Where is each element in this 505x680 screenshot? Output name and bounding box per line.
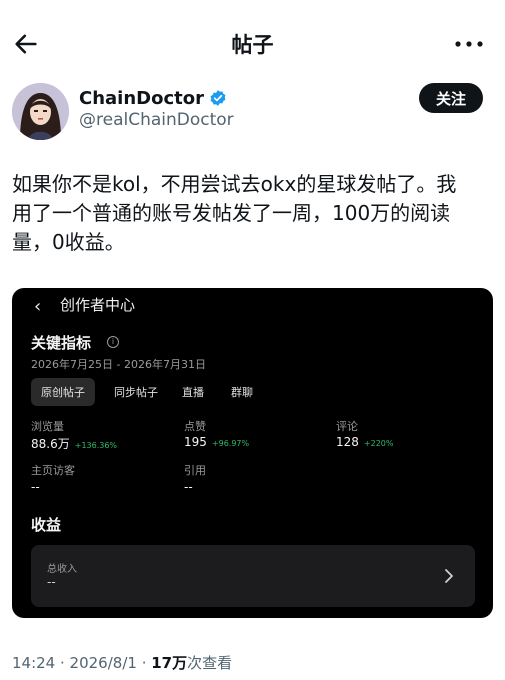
metric-comments: 128 +220% [336,435,393,449]
author-handle[interactable]: @realChainDoctor [79,110,234,130]
chevron-right-icon [445,569,453,583]
metric-views-value: 88.6万 [31,437,70,451]
author-name-row[interactable]: ChainDoctor [79,86,227,110]
meta-separator: · [55,654,70,672]
media-title: 创作者中心 [60,296,136,314]
info-icon: i [107,336,119,348]
follow-button[interactable]: 关注 [419,83,483,113]
tab-original-posts: 原创帖子 [31,378,95,406]
metric-quotes-value: -- [184,480,193,494]
metric-comments-value: 128 [336,435,359,449]
tab-group-chat: 群聊 [231,386,253,399]
tab-live: 直播 [182,386,204,399]
metric-profile-visitors-label: 主页访客 [31,464,75,477]
meta-separator-2: · [136,654,152,672]
page-title: 帖子 [231,33,274,57]
metric-views: 88.6万 +136.36% [31,435,117,452]
media-back-chevron-icon: ‹ [34,296,42,317]
view-count-label: 次查看 [187,654,233,672]
income-value: -- [47,575,56,589]
top-bar: 帖子 [0,0,505,86]
display-name[interactable]: ChainDoctor [79,88,204,109]
kpi-heading: 关键指标 [31,334,92,352]
more-horizontal-icon[interactable] [452,32,486,56]
post-meta: 14:24 · 2026/8/1 · 17万次查看 [12,652,232,673]
view-count[interactable]: 17万 [151,654,187,672]
date-range: 2026年7月25日 - 2026年7月31日 [31,358,206,371]
tab-synced-posts: 同步帖子 [114,386,158,399]
metric-likes-label: 点赞 [184,420,206,433]
metric-profile-visitors-value: -- [31,480,40,494]
income-label: 总收入 [47,564,77,575]
metric-likes-value: 195 [184,435,207,449]
verified-badge-icon [210,90,226,106]
post-media-image[interactable]: ‹ 创作者中心 关键指标 i 2026年7月25日 - 2026年7月31日 原… [12,288,493,618]
metric-quotes-label: 引用 [184,464,206,477]
avatar[interactable] [12,83,69,140]
metric-likes: 195 +96.97% [184,435,249,449]
income-heading: 收益 [31,516,62,534]
metric-likes-delta: +96.97% [211,439,250,448]
post-time[interactable]: 14:24 [12,654,55,672]
metric-views-label: 浏览量 [31,420,64,433]
income-card: 总收入 -- [31,545,475,607]
post-text: 如果你不是kol，不用尝试去okx的星球发帖了。我 用了一个普通的账号发帖发了一… [12,172,457,254]
metric-comments-label: 评论 [336,420,358,433]
metric-comments-delta: +220% [363,439,394,448]
avatar-image [12,83,69,140]
metric-views-delta: +136.36% [74,441,118,450]
post-date[interactable]: 2026/8/1 [70,654,137,672]
